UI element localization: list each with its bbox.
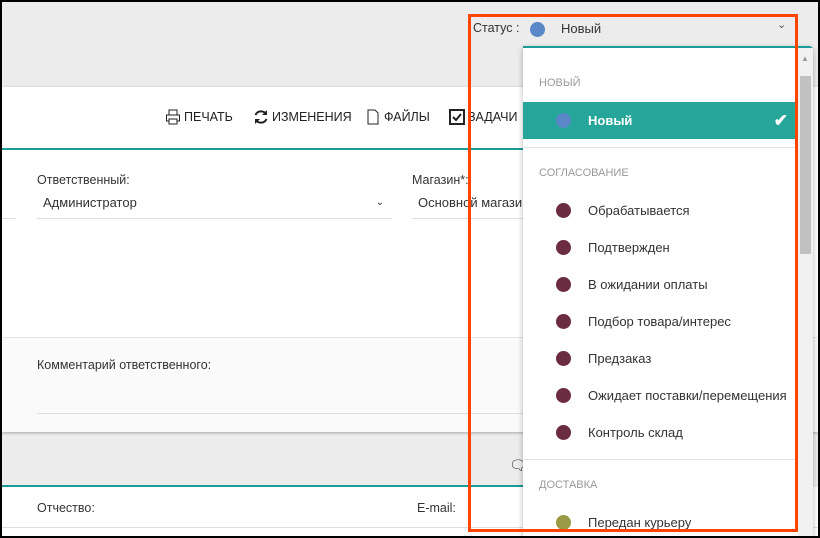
status-dot bbox=[556, 314, 571, 329]
divider bbox=[523, 459, 798, 460]
checkbox-icon bbox=[449, 109, 465, 125]
left-select[interactable] bbox=[2, 191, 16, 219]
status-select-value[interactable]: Новый bbox=[561, 21, 601, 36]
group-header: Доставка bbox=[539, 479, 598, 491]
option-label: Контроль склад bbox=[588, 425, 683, 440]
changes-label: ИЗМЕНЕНИЯ bbox=[272, 110, 352, 124]
status-dot bbox=[556, 277, 571, 292]
group-header: Согласование bbox=[539, 167, 629, 179]
status-option[interactable]: Предзаказ bbox=[523, 340, 798, 377]
status-option[interactable]: Ожидает поставки/перемещения bbox=[523, 377, 798, 414]
responsible-label: Ответственный: bbox=[37, 173, 130, 187]
status-option-new[interactable]: Новый ✔ bbox=[523, 102, 798, 139]
status-dot bbox=[556, 240, 571, 255]
comment-label: Комментарий ответственного: bbox=[37, 358, 212, 372]
option-label: Подтвержден bbox=[588, 240, 670, 255]
divider bbox=[523, 147, 798, 148]
app-window: Статус : Новый ⌄ ПЕЧАТЬ ИЗМЕНЕНИЯ ФАЙЛЫ … bbox=[2, 2, 818, 536]
files-label: ФАЙЛЫ bbox=[384, 110, 430, 124]
tasks-label: ЗАДАЧИ bbox=[468, 110, 518, 124]
file-icon bbox=[367, 109, 379, 125]
status-color-dot bbox=[530, 22, 545, 37]
responsible-value: Администратор bbox=[43, 195, 137, 210]
comment-input[interactable] bbox=[37, 413, 523, 414]
status-dot bbox=[556, 388, 571, 403]
print-label: ПЕЧАТЬ bbox=[184, 110, 233, 124]
printer-icon bbox=[166, 109, 180, 125]
scrollbar-thumb[interactable] bbox=[800, 76, 811, 254]
option-label: В ожидании оплаты bbox=[588, 277, 708, 292]
status-dropdown: Новый Новый ✔ Согласование Обрабатывается… bbox=[523, 46, 813, 536]
checkmark-icon: ✔ bbox=[773, 110, 788, 130]
scrollbar[interactable]: ▲ bbox=[798, 48, 813, 536]
status-option[interactable]: Подтвержден bbox=[523, 229, 798, 266]
refresh-icon bbox=[254, 110, 268, 124]
scroll-up-icon[interactable]: ▲ bbox=[801, 54, 809, 63]
option-label: Обрабатывается bbox=[588, 203, 690, 218]
responsible-select[interactable]: Администратор ⌄ bbox=[37, 191, 392, 219]
tasks-button[interactable]: ЗАДАЧИ bbox=[449, 109, 517, 125]
tab-underline bbox=[2, 148, 523, 150]
print-button[interactable]: ПЕЧАТЬ bbox=[165, 109, 233, 125]
files-button[interactable]: ФАЙЛЫ bbox=[365, 109, 430, 125]
email-label: E-mail: bbox=[417, 501, 456, 515]
option-label: Предзаказ bbox=[588, 351, 652, 366]
status-option[interactable]: Передан курьеру bbox=[523, 504, 798, 536]
status-label: Статус : bbox=[473, 21, 520, 35]
option-label: Ожидает поставки/перемещения bbox=[588, 388, 787, 403]
status-option[interactable]: Обрабатывается bbox=[523, 192, 798, 229]
shop-label: Магазин*: bbox=[412, 173, 469, 187]
status-dot bbox=[556, 351, 571, 366]
shop-value: Основной магазин bbox=[418, 195, 523, 210]
option-label: Передан курьеру bbox=[588, 515, 692, 530]
chevron-down-icon: ⌄ bbox=[375, 197, 384, 208]
changes-button[interactable]: ИЗМЕНЕНИЯ bbox=[253, 109, 352, 125]
status-dot bbox=[556, 113, 571, 128]
status-dot bbox=[556, 203, 571, 218]
shop-select[interactable]: Основной магазин bbox=[412, 191, 523, 219]
patronymic-label: Отчество: bbox=[37, 501, 95, 515]
group-header: Новый bbox=[539, 77, 581, 89]
status-dot bbox=[556, 515, 571, 530]
option-label: Новый bbox=[588, 113, 633, 128]
status-option[interactable]: Подбор товара/интерес bbox=[523, 303, 798, 340]
option-label: Подбор товара/интерес bbox=[588, 314, 731, 329]
chevron-down-icon[interactable]: ⌄ bbox=[777, 18, 786, 31]
status-dot bbox=[556, 425, 571, 440]
status-option[interactable]: Контроль склад bbox=[523, 414, 798, 451]
status-option[interactable]: В ожидании оплаты bbox=[523, 266, 798, 303]
